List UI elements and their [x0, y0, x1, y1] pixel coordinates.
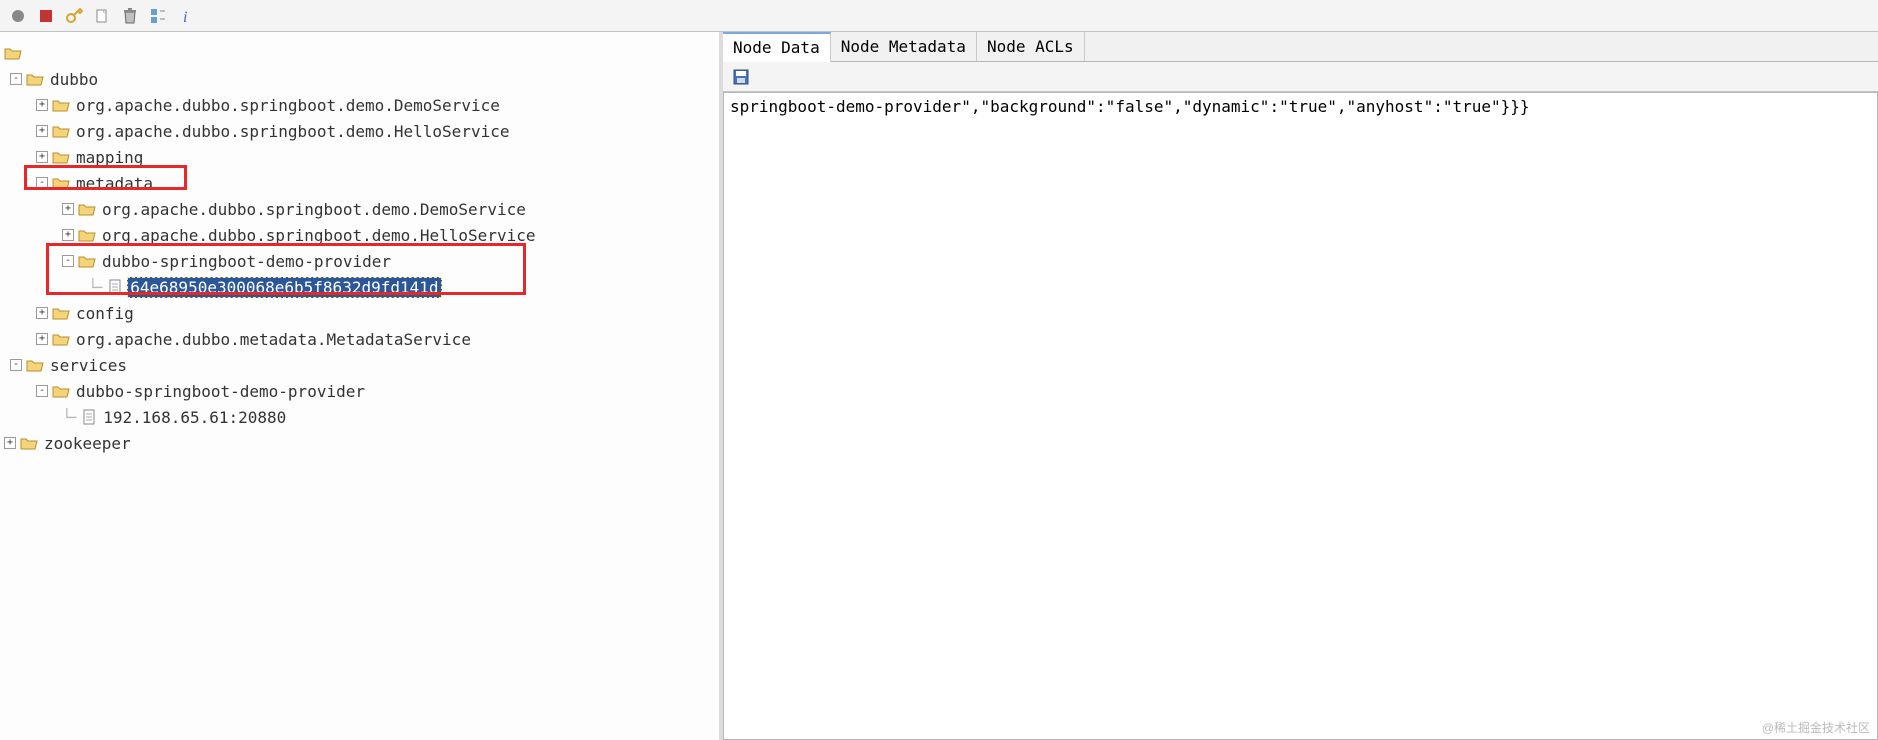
new-icon[interactable] — [92, 6, 112, 26]
node-label: dubbo-springboot-demo-provider — [100, 251, 393, 272]
tab-label: Node ACLs — [987, 37, 1074, 56]
node-label: org.apache.dubbo.springboot.demo.DemoSer… — [100, 199, 528, 220]
expand-icon[interactable]: + — [4, 437, 16, 449]
folder-open-icon — [20, 436, 38, 450]
tree-node-services-provider[interactable]: - dubbo-springboot-demo-provider — [0, 378, 719, 404]
save-icon[interactable] — [731, 67, 751, 87]
tab-node-metadata[interactable]: Node Metadata — [831, 32, 977, 61]
node-label: org.apache.dubbo.springboot.demo.HelloSe… — [100, 225, 537, 246]
folder-open-icon — [26, 72, 44, 86]
selected-node-label: 64e68950e300068e6b5f8632d9fd141d — [127, 277, 441, 298]
svg-text:i: i — [183, 9, 187, 24]
tree-node[interactable]: + org.apache.dubbo.metadata.MetadataServ… — [0, 326, 719, 352]
folder-open-icon — [52, 306, 70, 320]
tree-node-metadata[interactable]: - metadata — [0, 170, 719, 196]
folder-open-icon — [52, 124, 70, 138]
collapse-icon[interactable]: - — [36, 385, 48, 397]
folder-open-icon — [78, 202, 96, 216]
file-icon — [81, 409, 97, 425]
tab-bar: Node Data Node Metadata Node ACLs — [723, 32, 1878, 62]
folder-open-icon — [78, 254, 96, 268]
sub-toolbar — [723, 62, 1878, 92]
tree-node-hash[interactable]: └╴ 64e68950e300068e6b5f8632d9fd141d — [0, 274, 719, 300]
folder-open-icon — [52, 384, 70, 398]
expand-icon[interactable]: + — [62, 229, 74, 241]
tree-node-zookeeper[interactable]: + zookeeper — [0, 430, 719, 456]
tree: - dubbo + org.apache.dubbo.springboot.de… — [0, 36, 719, 460]
connect-icon[interactable] — [8, 6, 28, 26]
folder-open-icon — [4, 46, 22, 60]
node-label: services — [48, 355, 129, 376]
node-data-content[interactable]: springboot-demo-provider","background":"… — [723, 92, 1878, 740]
stop-icon[interactable] — [36, 6, 56, 26]
collapse-icon[interactable]: - — [36, 177, 48, 189]
collapse-icon[interactable]: - — [10, 359, 22, 371]
node-label: config — [74, 303, 136, 324]
toolbar: i — [0, 0, 1878, 32]
expand-icon[interactable]: + — [36, 151, 48, 163]
node-label: 192.168.65.61:20880 — [101, 407, 288, 428]
watermark: @稀土掘金技术社区 — [1762, 719, 1870, 736]
expand-icon[interactable]: + — [62, 203, 74, 215]
tree-node[interactable]: + org.apache.dubbo.springboot.demo.DemoS… — [0, 196, 719, 222]
content-text: springboot-demo-provider","background":"… — [730, 97, 1530, 116]
node-label: dubbo — [48, 69, 100, 90]
node-label: org.apache.dubbo.metadata.MetadataServic… — [74, 329, 473, 350]
node-label: metadata — [74, 173, 155, 194]
info-icon[interactable]: i — [176, 6, 196, 26]
tree-node-dubbo[interactable]: - dubbo — [0, 66, 719, 92]
expand-icon[interactable]: + — [36, 307, 48, 319]
tab-node-data[interactable]: Node Data — [723, 32, 831, 62]
tree-node-provider[interactable]: - dubbo-springboot-demo-provider — [0, 248, 719, 274]
tree-node[interactable]: + org.apache.dubbo.springboot.demo.Hello… — [0, 222, 719, 248]
collapse-icon[interactable]: - — [10, 73, 22, 85]
tree-node[interactable]: + mapping — [0, 144, 719, 170]
node-label: dubbo-springboot-demo-provider — [74, 381, 367, 402]
main-split: - dubbo + org.apache.dubbo.springboot.de… — [0, 32, 1878, 740]
expand-icon[interactable]: + — [36, 333, 48, 345]
node-label: mapping — [74, 147, 145, 168]
node-label: org.apache.dubbo.springboot.demo.DemoSer… — [74, 95, 502, 116]
folder-open-icon — [52, 98, 70, 112]
tree-node-services[interactable]: - services — [0, 352, 719, 378]
folder-open-icon — [26, 358, 44, 372]
expand-icon[interactable]: + — [36, 125, 48, 137]
tab-node-acls[interactable]: Node ACLs — [977, 32, 1085, 61]
tree-node-address[interactable]: └╴ 192.168.65.61:20880 — [0, 404, 719, 430]
folder-open-icon — [52, 150, 70, 164]
tree-panel: - dubbo + org.apache.dubbo.springboot.de… — [0, 32, 723, 740]
tree-root[interactable] — [0, 40, 719, 66]
tree-node[interactable]: + org.apache.dubbo.springboot.demo.DemoS… — [0, 92, 719, 118]
folder-open-icon — [78, 228, 96, 242]
tab-label: Node Data — [733, 38, 820, 57]
node-label: zookeeper — [42, 433, 133, 454]
node-label: org.apache.dubbo.springboot.demo.HelloSe… — [74, 121, 511, 142]
folder-open-icon — [52, 332, 70, 346]
tree-node[interactable]: + config — [0, 300, 719, 326]
tab-label: Node Metadata — [841, 37, 966, 56]
detail-panel: Node Data Node Metadata Node ACLs spring… — [723, 32, 1878, 740]
delete-icon[interactable] — [120, 6, 140, 26]
refresh-tree-icon[interactable] — [148, 6, 168, 26]
expand-icon[interactable]: + — [36, 99, 48, 111]
file-icon — [107, 279, 123, 295]
tree-node[interactable]: + org.apache.dubbo.springboot.demo.Hello… — [0, 118, 719, 144]
collapse-icon[interactable]: - — [62, 255, 74, 267]
folder-open-icon — [52, 176, 70, 190]
key-icon[interactable] — [64, 6, 84, 26]
